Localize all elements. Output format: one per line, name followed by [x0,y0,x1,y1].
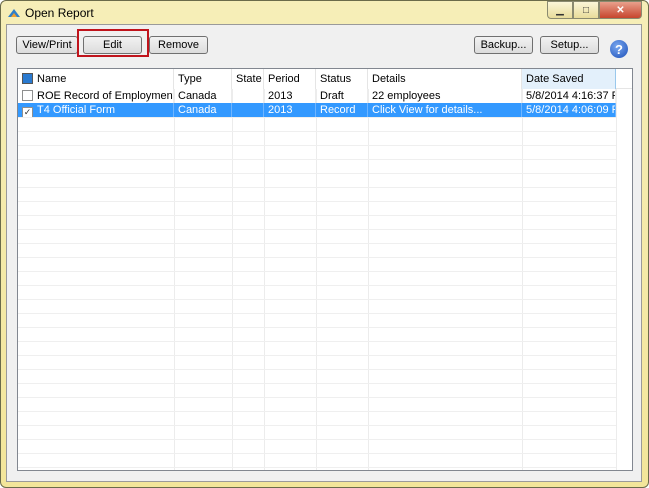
column-header-type[interactable]: Type [174,69,232,89]
cell-type: Canada [174,103,232,117]
column-header-name[interactable]: Name [18,69,174,89]
cell-date-saved: 5/8/2014 4:16:37 PM [522,89,616,103]
app-icon [8,9,20,17]
cell-type: Canada [174,89,232,103]
table-row[interactable]: ROE Record of Employment Canada 2013 Dra… [18,89,616,103]
help-icon[interactable]: ? [610,40,628,58]
cell-status: Record [316,103,368,117]
table-row-selected[interactable]: ✓ T4 Official Form Canada 2013 Record Cli… [18,103,616,117]
cell-state [232,89,264,103]
cell-state [232,103,264,117]
backup-button[interactable]: Backup... [474,36,533,54]
close-button[interactable]: ✕ [599,1,642,19]
edit-highlight-box [77,29,149,57]
row-checkbox-checked[interactable]: ✓ [22,107,33,117]
cell-status: Draft [316,89,368,103]
cell-details: 22 employees [368,89,522,103]
maximize-button[interactable]: □ [573,1,599,19]
window-title: Open Report [25,6,94,20]
select-all-checkbox[interactable] [22,73,33,84]
list-header: Name Type State Period Status Details Da… [18,69,632,89]
report-list[interactable]: Name Type State Period Status Details Da… [17,68,633,471]
cell-name: T4 Official Form [37,104,116,116]
cell-period: 2013 [264,103,316,117]
column-header-period[interactable]: Period [264,69,316,89]
minimize-button[interactable]: ▁ [547,1,573,19]
cell-date-saved: 5/8/2014 4:06:09 PM [522,103,616,117]
column-label: Name [37,73,67,85]
cell-period: 2013 [264,89,316,103]
row-checkbox[interactable] [22,90,33,101]
view-print-button[interactable]: View/Print [16,36,78,54]
column-header-status[interactable]: Status [316,69,368,89]
cell-name: ROE Record of Employment [37,90,174,102]
list-gridlines [18,89,617,470]
column-header-state[interactable]: State [232,69,264,89]
cell-details: Click View for details... [368,103,522,117]
remove-button[interactable]: Remove [149,36,208,54]
setup-button[interactable]: Setup... [540,36,599,54]
column-header-date-saved[interactable]: Date Saved [522,69,616,89]
column-header-details[interactable]: Details [368,69,522,89]
